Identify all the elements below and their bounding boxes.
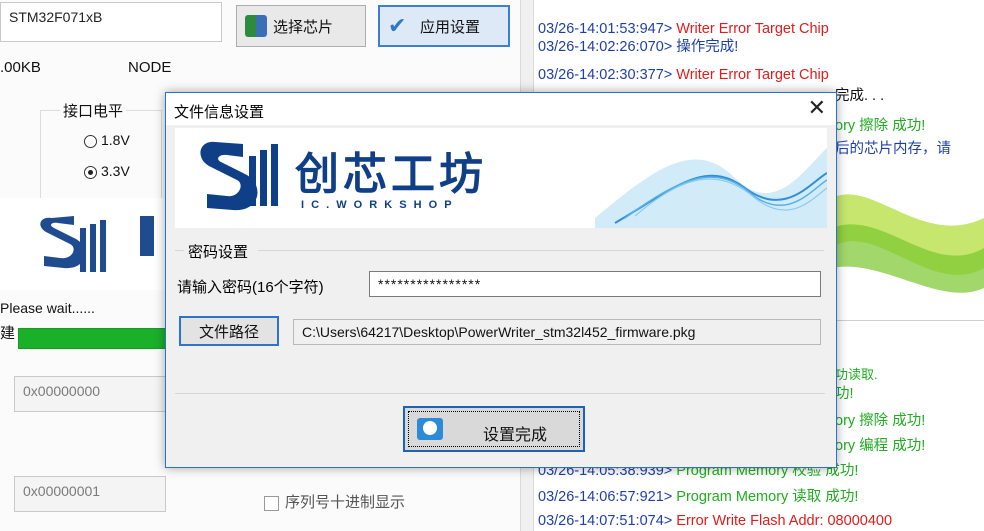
- wave-decoration-icon: [832, 194, 984, 293]
- chip-model-field[interactable]: STM32F071xB: [0, 2, 222, 42]
- voltage-group-label: 接口电平: [60, 100, 127, 121]
- group-separator: [175, 250, 184, 251]
- address-field-1[interactable]: 0x00000000: [14, 376, 166, 412]
- finish-settings-button[interactable]: 设置完成: [403, 406, 585, 452]
- chip-icon: [245, 15, 267, 37]
- password-input[interactable]: ****************: [369, 271, 821, 297]
- dialog-title: 文件信息设置: [174, 104, 265, 121]
- partial-label: 建: [0, 325, 16, 342]
- ic-workshop-logo-icon: [200, 141, 278, 211]
- log-line: 03/26-14:07:51:074> Error Write Flash Ad…: [538, 513, 893, 529]
- log-fragment: ory 擦除 成功!: [835, 413, 926, 429]
- logo-english-text: I C . W O R K S H O P: [301, 199, 454, 211]
- log-line: 03/26-14:02:26:070> 操作完成!: [538, 39, 739, 55]
- banner-wave-icon: [595, 148, 827, 228]
- checkmark-icon: ✔: [388, 13, 407, 38]
- group-separator: [258, 250, 824, 251]
- voltage-option-1v8[interactable]: 1.8V: [84, 132, 130, 148]
- log-fragment: ory 擦除 成功!: [835, 118, 926, 134]
- password-prompt-label: 请输入密码(16个字符): [177, 279, 324, 296]
- finish-settings-label: 设置完成: [483, 427, 548, 444]
- log-fragment: 完成. . .: [835, 88, 885, 104]
- address-field-2[interactable]: 0x00000001: [14, 476, 166, 512]
- ic-workshop-logo-icon: [40, 216, 154, 272]
- radio-3v3[interactable]: [84, 165, 97, 179]
- chip-model-text: STM32F071xB: [9, 9, 103, 25]
- dialog-titlebar[interactable]: 文件信息设置 ✕: [166, 93, 836, 125]
- file-path-field[interactable]: C:\Users\64217\Desktop\PowerWriter_stm32…: [293, 319, 821, 345]
- file-info-dialog: 文件信息设置 ✕ 创芯工坊 I C . W O R K S H O P 密码设置…: [165, 92, 837, 468]
- splash-logo-area: [0, 198, 166, 290]
- log-fragment: ory 编程 成功!: [835, 438, 926, 454]
- log-line: 03/26-14:01:53:947> Writer Error Target …: [538, 21, 829, 37]
- logo-chinese-text: 创芯工坊: [295, 149, 487, 200]
- checkbox-box[interactable]: [264, 495, 279, 511]
- file-path-button[interactable]: 文件路径: [179, 316, 279, 346]
- banner-graphics: [200, 141, 827, 228]
- select-chip-label: 选择芯片: [273, 18, 334, 36]
- log-fragment: 功!: [835, 386, 854, 402]
- node-label: NODE: [128, 59, 172, 76]
- log-line: 03/26-14:06:57:921> Program Memory 读取 成功…: [538, 489, 859, 505]
- flash-size-label: .00KB: [0, 59, 41, 76]
- voltage-group-box: [40, 110, 162, 202]
- download-icon: [417, 418, 443, 440]
- progress-bar: [18, 328, 168, 349]
- voltage-option-3v3[interactable]: 3.3V: [84, 163, 130, 179]
- dialog-banner: 创芯工坊 I C . W O R K S H O P: [175, 128, 827, 228]
- log-line: 03/26-14:02:30:377> Writer Error Target …: [538, 67, 829, 83]
- please-wait-label: Please wait......: [0, 300, 95, 316]
- log-fragment: 后的芯片内存，请: [835, 141, 951, 157]
- serial-decimal-checkbox[interactable]: 序列号十进制显示: [264, 491, 405, 512]
- radio-1v8[interactable]: [84, 134, 97, 148]
- apply-settings-button[interactable]: ✔ 应用设置: [378, 5, 510, 47]
- password-group-label: 密码设置: [188, 244, 249, 261]
- log-fragment: 功读取.: [835, 367, 878, 382]
- close-icon[interactable]: ✕: [808, 95, 826, 121]
- bottom-separator: [175, 393, 825, 394]
- apply-settings-label: 应用设置: [420, 18, 481, 36]
- select-chip-button[interactable]: 选择芯片: [236, 5, 366, 47]
